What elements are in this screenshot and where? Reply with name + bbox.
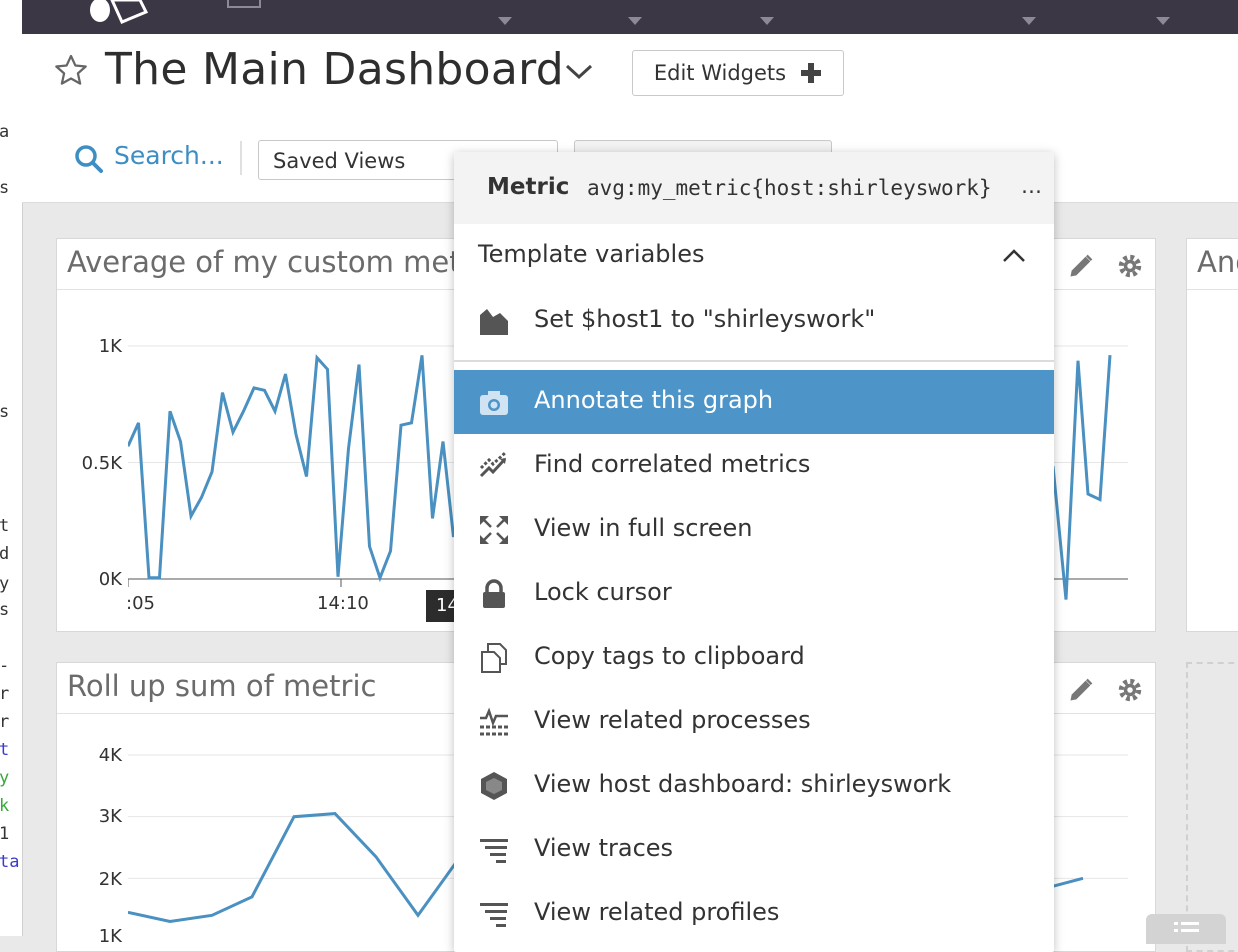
- nav-dropdown-caret[interactable]: [498, 17, 512, 25]
- menu-item-related-profiles[interactable]: View related profiles: [454, 882, 1054, 946]
- pencil-icon[interactable]: [1067, 252, 1095, 280]
- metric-label: Metric: [487, 174, 570, 200]
- chevron-up-icon[interactable]: [1002, 248, 1026, 264]
- edit-widgets-button[interactable]: Edit Widgets: [632, 50, 844, 96]
- chevron-down-icon[interactable]: [564, 62, 594, 82]
- menu-item-label: View related processes: [534, 706, 811, 734]
- nav-dropdown-caret[interactable]: [628, 17, 642, 25]
- terminal-char: s: [0, 178, 10, 198]
- widget-title: Average of my custom metric: [67, 245, 497, 279]
- terminal-char: s: [0, 402, 10, 422]
- y-tick-label: 1K: [98, 926, 122, 947]
- menu-item-label: Lock cursor: [534, 578, 672, 606]
- menu-item-copy-tags[interactable]: Copy tags to clipboard: [454, 626, 1054, 690]
- terminal-char: 1: [0, 824, 10, 844]
- series-line: [128, 354, 455, 583]
- y-tick-label: 0.5K: [81, 453, 122, 474]
- menu-item-label: View in full screen: [534, 514, 753, 542]
- terminal-char: k: [0, 796, 10, 816]
- y-tick-label: 4K: [98, 745, 122, 766]
- terminal-char: t: [0, 516, 10, 536]
- menu-item-view-traces[interactable]: View traces: [454, 818, 1054, 882]
- area-chart-icon: [480, 309, 508, 335]
- nav-icon[interactable]: [227, 0, 261, 8]
- divider: [240, 141, 242, 175]
- menu-item-related-processes[interactable]: View related processes: [454, 690, 1054, 754]
- list-icon: [1174, 922, 1199, 932]
- edit-widgets-label: Edit Widgets: [653, 61, 787, 85]
- list-view-button[interactable]: [1146, 914, 1226, 944]
- menu-item-label: Find correlated metrics: [534, 450, 811, 478]
- menu-item-label: Set $host1 to "shirleyswork": [534, 305, 876, 333]
- widget-partial: Ano: [1186, 238, 1238, 632]
- menu-item-full-screen[interactable]: View in full screen: [454, 498, 1054, 562]
- menu-item-label: Annotate this graph: [534, 386, 774, 414]
- template-variables-header[interactable]: Template variables: [478, 240, 704, 268]
- page-title: The Main Dashboard: [105, 44, 564, 95]
- terminal-char: s: [0, 600, 10, 620]
- fullscreen-icon: [480, 516, 508, 544]
- gear-icon[interactable]: [1115, 675, 1145, 705]
- pencil-icon[interactable]: [1067, 676, 1095, 704]
- terminal-char: r: [0, 684, 10, 704]
- menu-item-label: View host dashboard: shirleyswork: [534, 770, 952, 798]
- menu-item-label: View traces: [534, 834, 674, 862]
- processes-icon: [480, 707, 508, 736]
- terminal-char: t: [0, 740, 10, 760]
- background-terminal: a s s t d y s - r r t y k 1 ta: [0, 0, 23, 936]
- y-tick-label: 3K: [98, 806, 122, 827]
- menu-item-label: View related profiles: [534, 898, 780, 926]
- copy-icon: [481, 643, 507, 673]
- search-input[interactable]: Search...: [114, 141, 224, 170]
- profiles-icon: [480, 903, 508, 927]
- terminal-char: ta: [0, 852, 20, 872]
- menu-metric-header: Metric avg:my_metric{host:shirleyswork} …: [454, 152, 1054, 224]
- menu-item-label: Copy tags to clipboard: [534, 642, 805, 670]
- widget-title: Ano: [1197, 245, 1238, 279]
- traces-icon: [480, 839, 508, 863]
- menu-item-lock-cursor[interactable]: Lock cursor: [454, 562, 1054, 626]
- nav-dropdown-caret[interactable]: [1022, 17, 1036, 25]
- terminal-char: a: [0, 122, 10, 142]
- menu-item-set-variable[interactable]: Set $host1 to "shirleyswork": [454, 289, 1054, 353]
- search-icon[interactable]: [74, 144, 104, 174]
- terminal-char: -: [0, 656, 10, 676]
- top-nav-bar: [22, 0, 1238, 34]
- terminal-char: y: [0, 768, 10, 788]
- series-line: [128, 812, 460, 924]
- widget-title: Roll up sum of metric: [67, 669, 377, 703]
- divider: [1187, 289, 1238, 290]
- y-tick-label: 2K: [98, 869, 122, 890]
- graph-context-menu: Metric avg:my_metric{host:shirleyswork} …: [454, 152, 1054, 952]
- divider: [454, 360, 1054, 362]
- metric-query: avg:my_metric{host:shirleyswork}: [587, 176, 992, 200]
- ellipsis: …: [1021, 174, 1042, 198]
- camera-icon: [480, 391, 508, 415]
- widget-placeholder[interactable]: [1186, 662, 1238, 952]
- terminal-char: r: [0, 712, 10, 732]
- hexagon-icon: [481, 772, 507, 800]
- plus-icon: [801, 63, 822, 83]
- star-icon[interactable]: [52, 53, 90, 89]
- correlation-icon: [479, 451, 507, 478]
- gear-icon[interactable]: [1115, 251, 1145, 281]
- nav-dropdown-caret[interactable]: [1156, 17, 1170, 25]
- logo-icon: [90, 0, 149, 24]
- y-tick-label: 1K: [98, 336, 122, 357]
- terminal-char: y: [0, 574, 10, 594]
- terminal-char: d: [0, 544, 10, 564]
- menu-item-find-correlated[interactable]: Find correlated metrics: [454, 434, 1054, 498]
- nav-dropdown-caret[interactable]: [760, 17, 774, 25]
- lock-icon: [483, 579, 505, 608]
- menu-item-annotate[interactable]: Annotate this graph: [454, 370, 1054, 434]
- y-tick-label: 0K: [98, 569, 122, 590]
- menu-item-host-dashboard[interactable]: View host dashboard: shirleyswork: [454, 754, 1054, 818]
